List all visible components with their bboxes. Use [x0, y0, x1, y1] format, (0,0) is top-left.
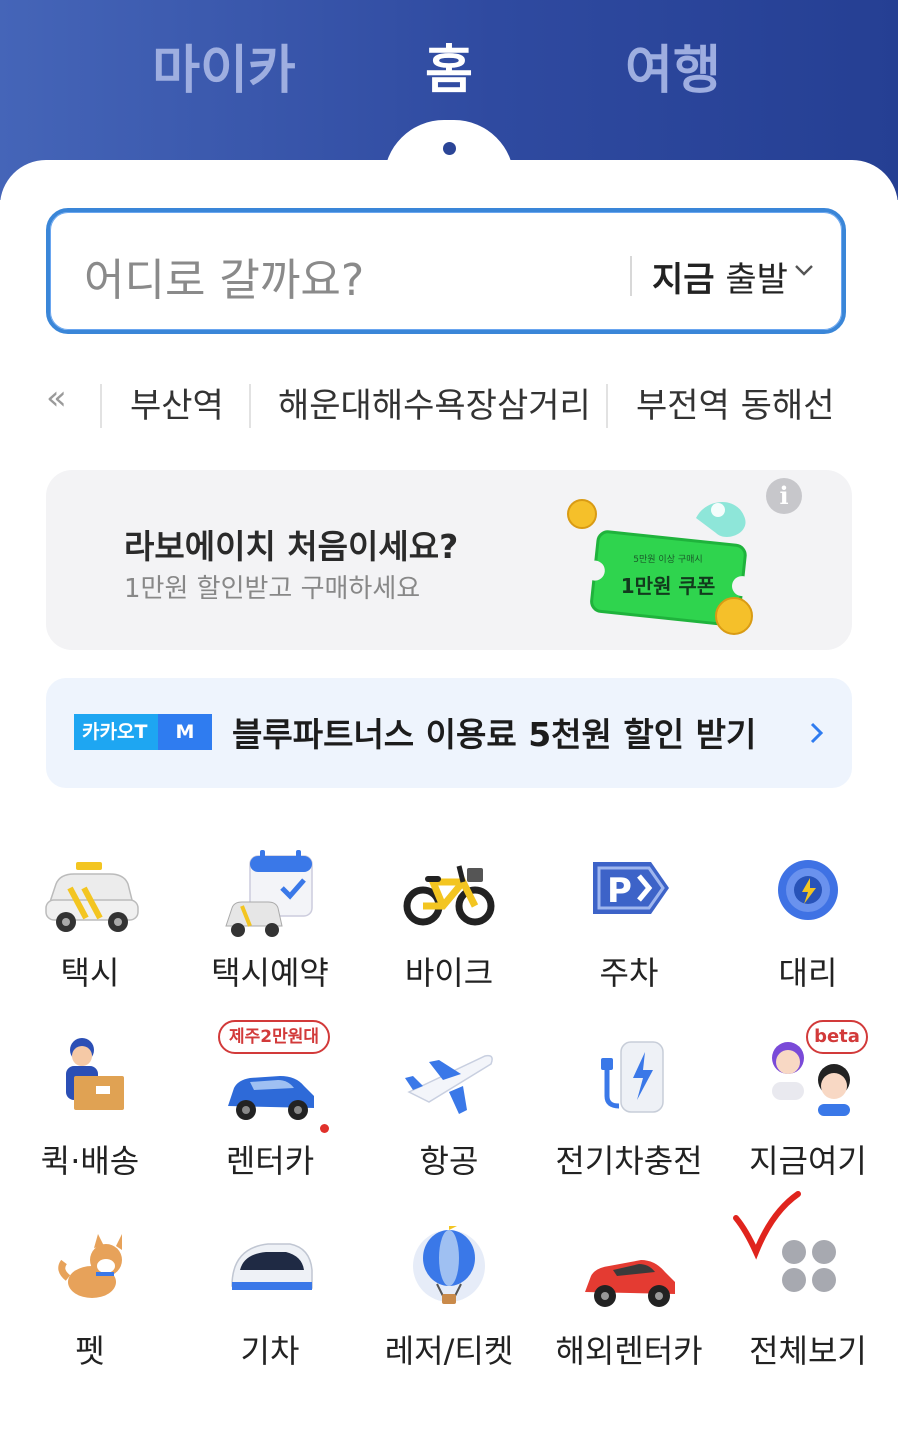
- divider: [100, 384, 102, 428]
- service-label: 퀵·배송: [40, 1142, 140, 1180]
- chevron-down-icon[interactable]: [792, 258, 816, 282]
- service-label: 펫: [75, 1332, 105, 1370]
- service-driver[interactable]: 대리: [718, 848, 898, 1018]
- service-quick-delivery[interactable]: 퀵·배송: [0, 1036, 180, 1206]
- depart-label: 출발: [725, 260, 788, 300]
- m-logo: M: [158, 714, 212, 750]
- service-parking[interactable]: P 주차: [539, 848, 719, 1018]
- departure-time-selector[interactable]: 지금 출발: [652, 252, 788, 301]
- service-label: 전기차충전: [555, 1142, 703, 1180]
- service-label: 택시: [60, 954, 120, 992]
- divider: [606, 384, 608, 428]
- banner-text: 블루파트너스 이용료 5천원 할인 받기: [232, 715, 757, 754]
- parking-icon: P: [593, 862, 669, 914]
- kakao-t-logo: 카카오T: [74, 714, 166, 750]
- service-label: 해외렌터카: [555, 1332, 703, 1370]
- service-label: 주차: [599, 954, 659, 992]
- service-label: 항공: [419, 1142, 479, 1180]
- service-label: 전체보기: [749, 1332, 867, 1370]
- tab-mycar[interactable]: 마이카: [124, 28, 324, 103]
- recent-place-item[interactable]: 부전역 동해선: [636, 378, 835, 427]
- service-ev-charging[interactable]: 전기차충전: [539, 1036, 719, 1206]
- coupon-illustration: 5만원 이상 구매시 1만원 쿠폰: [566, 488, 766, 638]
- service-label: 레저/티켓: [384, 1332, 514, 1370]
- train-icon: [231, 1243, 313, 1290]
- top-tabs: 마이카 홈 여행: [0, 28, 898, 108]
- beta-tag: beta: [806, 1020, 868, 1054]
- service-here-now[interactable]: 지금여기: [718, 1036, 898, 1206]
- red-checkmark-annotation-icon: [733, 1191, 801, 1260]
- divider: [249, 384, 251, 428]
- bike-icon: [403, 865, 495, 926]
- tab-home[interactable]: 홈: [349, 28, 549, 103]
- hot-air-balloon-icon: [413, 1226, 485, 1304]
- recent-places-bar: « 부산역 해운대해수욕장삼거리 부전역 동해선: [0, 378, 898, 434]
- coupon-condition-text: 5만원 이상 구매시: [633, 555, 703, 565]
- service-label: 택시예약: [211, 954, 329, 992]
- service-label: 바이크: [404, 954, 494, 992]
- recent-place-item[interactable]: 부산역: [130, 378, 224, 427]
- steering-wheel-icon: [778, 860, 838, 920]
- taxi-calendar-icon: [225, 850, 313, 937]
- svg-text:P: P: [607, 871, 632, 911]
- service-label: 지금여기: [749, 1142, 867, 1180]
- promo-title: 라보에이치 처음이세요?: [124, 527, 459, 566]
- service-label: 대리: [778, 954, 838, 992]
- double-chevron-left-icon[interactable]: «: [46, 378, 67, 418]
- red-car-icon: [585, 1260, 675, 1307]
- service-bike[interactable]: 바이크: [359, 848, 539, 1018]
- depart-when-label: 지금: [652, 260, 715, 300]
- service-taxi[interactable]: 택시: [0, 848, 180, 1018]
- taxi-icon: [45, 862, 139, 932]
- service-overseas-rentcar[interactable]: 해외렌터카: [539, 1226, 719, 1396]
- coupon-value-text: 1만원 쿠폰: [620, 574, 716, 598]
- service-label: 렌터카: [225, 1142, 315, 1180]
- ev-charger-icon: [601, 1041, 664, 1113]
- search-input[interactable]: 어디로 갈까요?: [84, 244, 364, 308]
- airplane-icon: [405, 1054, 493, 1114]
- service-leisure-ticket[interactable]: 레저/티켓: [359, 1226, 539, 1396]
- chevron-right-icon: [810, 722, 824, 744]
- rentcar-promo-tag: 제주2만원대: [218, 1020, 330, 1054]
- search-divider: [630, 256, 632, 296]
- service-train[interactable]: 기차: [180, 1226, 360, 1396]
- destination-search-box[interactable]: 어디로 갈까요? 지금 출발: [46, 208, 846, 334]
- delivery-person-icon: [66, 1038, 124, 1110]
- blue-partners-banner[interactable]: 카카오T M 블루파트너스 이용료 5천원 할인 받기: [46, 678, 852, 788]
- info-icon[interactable]: i: [766, 478, 802, 514]
- service-flight[interactable]: 항공: [359, 1036, 539, 1206]
- service-taxi-reservation[interactable]: 택시예약: [180, 848, 360, 1018]
- promo-subtitle: 1만원 할인받고 구매하세요: [124, 574, 421, 604]
- service-pet[interactable]: 펫: [0, 1226, 180, 1396]
- new-indicator-dot: [320, 1124, 329, 1133]
- promo-card[interactable]: 라보에이치 처음이세요? 1만원 할인받고 구매하세요 5만원 이상 구매시 1…: [46, 470, 852, 650]
- service-label: 기차: [240, 1332, 300, 1370]
- active-tab-dot: [443, 142, 456, 155]
- service-rentcar[interactable]: 렌터카: [180, 1036, 360, 1206]
- kakao-t-m-badge: 카카오T M: [74, 714, 212, 750]
- recent-place-item[interactable]: 해운대해수욕장삼거리: [278, 378, 591, 427]
- tab-travel[interactable]: 여행: [573, 28, 773, 103]
- dog-icon: [58, 1234, 122, 1298]
